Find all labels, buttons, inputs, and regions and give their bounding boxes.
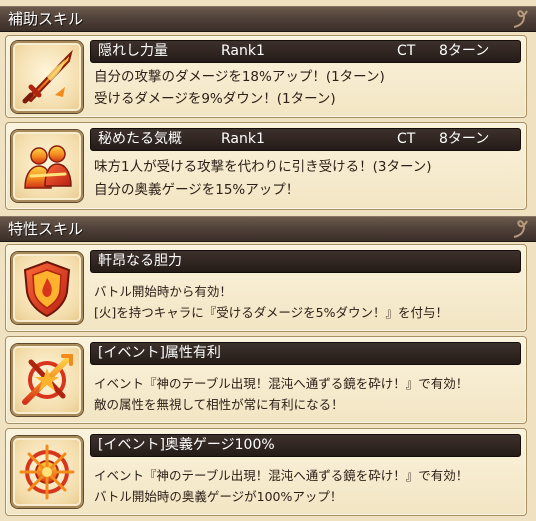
support-skill-header: 補助スキル: [0, 6, 536, 32]
ally-guard-icon: [24, 145, 72, 189]
skill-name: 軒昂なる胆力: [98, 253, 182, 269]
skill-name: [イベント]属性有利: [98, 345, 221, 361]
skill-icon-frame: [11, 436, 83, 508]
skill-ct-label: CT: [397, 131, 416, 147]
skill-description-line: バトル開始時から有効！: [94, 284, 232, 299]
skill-ct-value: 8ターン: [439, 131, 490, 147]
skill-icon-frame: [11, 344, 83, 416]
skill-rank: Rank1: [221, 131, 265, 147]
skill-description-line: 自分の攻撃のダメージを18%アップ！(1ターン): [94, 69, 385, 85]
skill-name-bar: [イベント]属性有利: [90, 342, 521, 365]
skill-name: 秘めたる気概: [98, 131, 182, 147]
scroll-ornament-icon: [513, 220, 528, 238]
fire-shield-icon: [23, 260, 71, 318]
skill-description-line: イベント『神のテーブル出現！混沌へ通ずる鏡を砕け！』で有効！: [94, 468, 469, 483]
skill-name-bar: 秘めたる気概 Rank1 CT 8ターン: [90, 128, 521, 151]
trait-skill-card[interactable]: 軒昂なる胆力 バトル開始時から有効！ [火]を持つキャラに『受けるダメージを5%…: [5, 244, 527, 332]
skill-icon-frame: [11, 41, 83, 113]
element-advantage-icon: [22, 354, 73, 405]
trait-skill-title: 特性スキル: [8, 220, 84, 238]
support-skill-title: 補助スキル: [8, 10, 84, 28]
trait-skill-header: 特性スキル: [0, 216, 536, 242]
skill-name-bar: [イベント]奥義ゲージ100%: [90, 434, 521, 457]
skill-description-line: 敵の属性を無視して相性が常に有利になる！: [94, 397, 344, 412]
skill-panel: 補助スキル 隠れし力量 Rank1 CT 8ターン 自分の攻撃のダメージを18%…: [0, 0, 536, 521]
support-skill-card[interactable]: 隠れし力量 Rank1 CT 8ターン 自分の攻撃のダメージを18%アップ！(1…: [5, 35, 527, 118]
skill-name: [イベント]奥義ゲージ100%: [98, 437, 275, 453]
support-skill-card[interactable]: 秘めたる気概 Rank1 CT 8ターン 味方1人が受ける攻撃を代わりに引き受け…: [5, 122, 527, 210]
skill-description-line: イベント『神のテーブル出現！混沌へ通ずる鏡を砕け！』で有効！: [94, 376, 469, 391]
trait-skill-card[interactable]: [イベント]属性有利 イベント『神のテーブル出現！混沌へ通ずる鏡を砕け！』で有効…: [5, 336, 527, 424]
scroll-ornament-icon: [513, 10, 528, 28]
skill-description-line: 自分の奥義ゲージを15%アップ！: [94, 182, 300, 198]
trait-skill-card[interactable]: [イベント]奥義ゲージ100% イベント『神のテーブル出現！混沌へ通ずる鏡を砕け…: [5, 428, 527, 516]
skill-description-line: 受けるダメージを9%ダウン！(1ターン): [94, 91, 336, 107]
ougi-gauge-icon: [19, 444, 75, 500]
flaming-sword-icon: [22, 49, 73, 104]
skill-description-line: バトル開始時の奥義ゲージが100%アップ！: [94, 489, 343, 504]
skill-description-line: [火]を持つキャラに『受けるダメージを5%ダウン！』を付与！: [94, 305, 448, 320]
skill-ct-label: CT: [397, 43, 416, 59]
skill-name-bar: 軒昂なる胆力: [90, 250, 521, 273]
skill-description-line: 味方1人が受ける攻撃を代わりに引き受ける！(3ターン): [94, 159, 432, 175]
skill-ct-value: 8ターン: [439, 43, 490, 59]
skill-icon-frame: [11, 130, 83, 202]
skill-name-bar: 隠れし力量 Rank1 CT 8ターン: [90, 40, 521, 63]
skill-name: 隠れし力量: [98, 43, 168, 59]
skill-icon-frame: [11, 252, 83, 324]
skill-rank: Rank1: [221, 43, 265, 59]
